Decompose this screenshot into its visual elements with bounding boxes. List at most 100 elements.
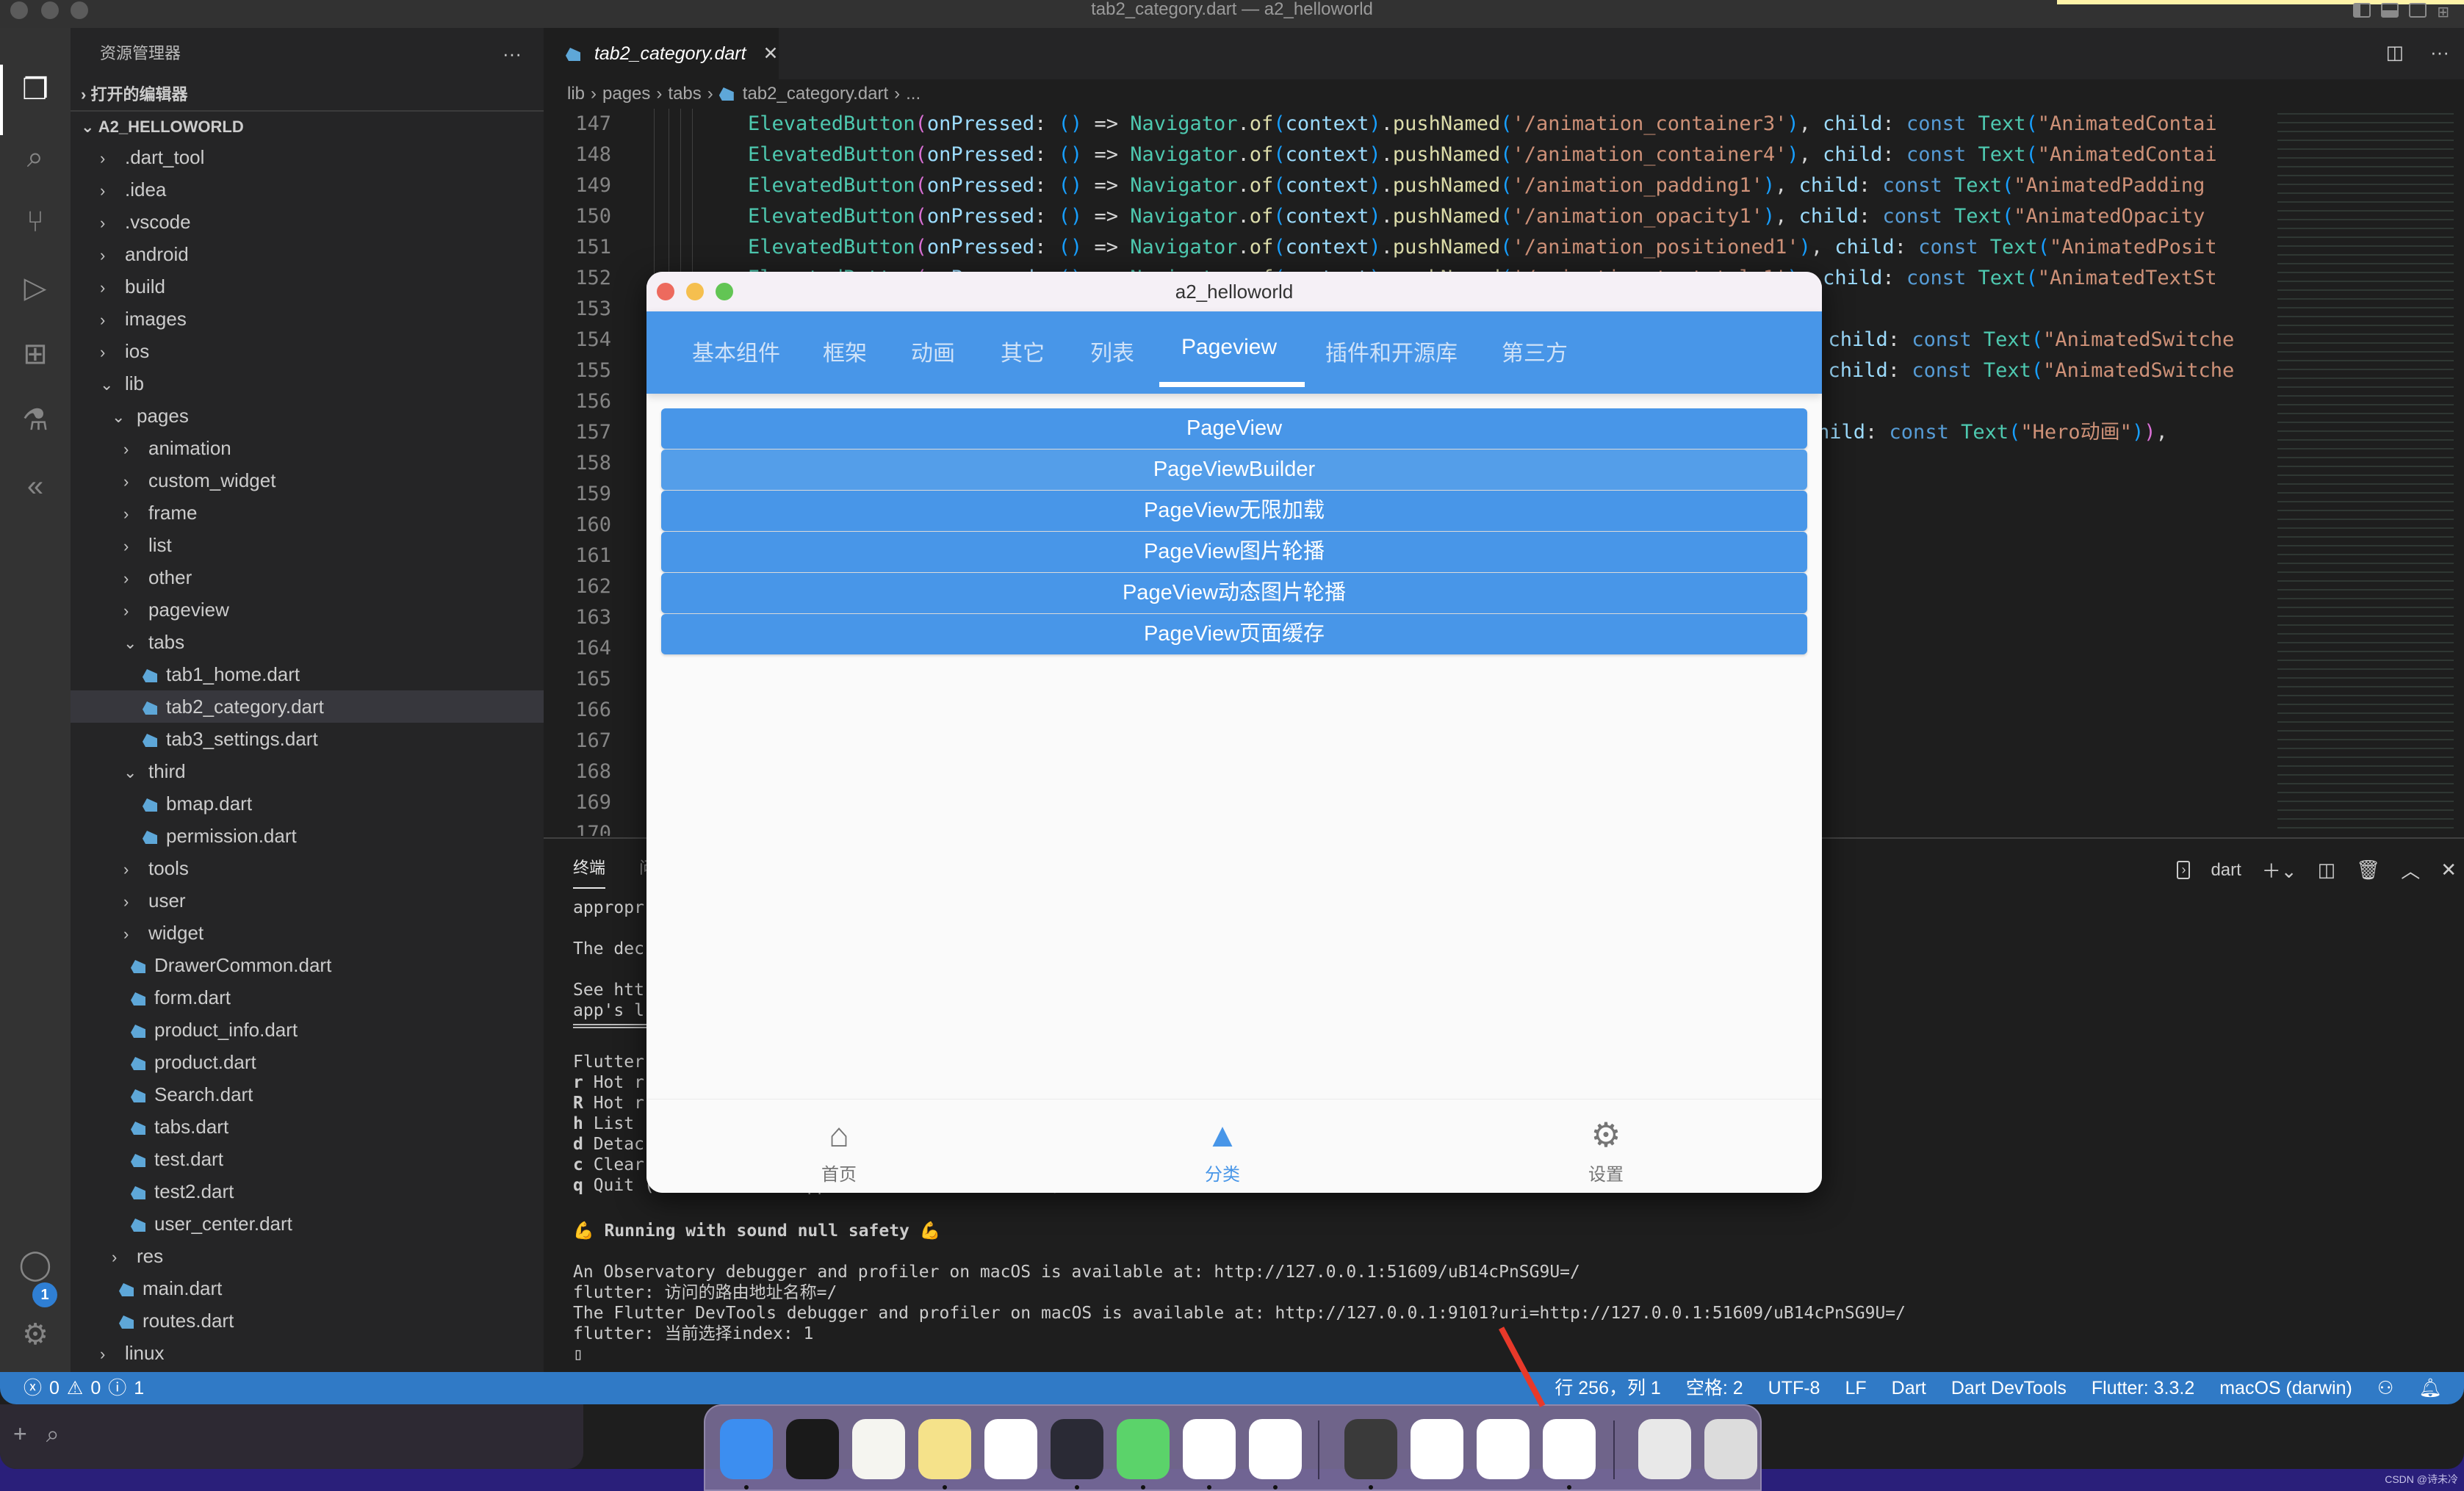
tree-folder[interactable]: › user [71, 884, 544, 917]
split-editor-icon[interactable]: ◫ [2385, 41, 2404, 64]
terminal-name[interactable]: dart [2211, 860, 2241, 881]
dock-app-stickies[interactable] [918, 1419, 971, 1479]
problems-status[interactable]: ⓧ 0 ⚠ 0 ⓘ 1 [24, 1372, 144, 1404]
tree-folder[interactable]: › pageview [71, 593, 544, 626]
explorer-icon[interactable]: ❐ [18, 72, 53, 107]
toggle-sidebar-icon[interactable] [2353, 3, 2371, 18]
tree-file[interactable]: product_info.dart [71, 1014, 544, 1046]
notifications-bell-icon[interactable]: 🔔︎ [2418, 1372, 2442, 1404]
settings-gear-icon[interactable]: ⚙ [18, 1317, 53, 1352]
project-section[interactable]: ⌄ A2_HELLOWORLD [71, 110, 544, 141]
tree-folder[interactable]: ⌄ tabs [71, 626, 544, 658]
source-control-icon[interactable]: ⑂ [18, 204, 53, 239]
tree-file[interactable]: bmap.dart [71, 787, 544, 820]
tree-file[interactable]: tab2_category.dart [71, 690, 544, 723]
tree-folder[interactable]: ⌄ pages [71, 400, 544, 432]
app-tab[interactable]: 其它 [1001, 335, 1045, 367]
app-close-button[interactable] [657, 283, 674, 300]
accounts-icon[interactable]: ◯ [18, 1247, 53, 1282]
dock-app-vs-code[interactable] [1249, 1419, 1302, 1479]
app-tab[interactable]: Pageview [1181, 335, 1277, 360]
tree-folder[interactable]: › android [71, 238, 544, 270]
tree-file[interactable]: DrawerCommon.dart [71, 949, 544, 981]
cursor-position[interactable]: 行 256，列 1 [1555, 1372, 1661, 1404]
kill-terminal-icon[interactable]: 🗑 [2356, 859, 2380, 881]
tree-file[interactable]: test.dart [71, 1143, 544, 1175]
tree-file[interactable]: user_center.dart [71, 1207, 544, 1240]
testing-icon[interactable]: ⚗ [18, 402, 53, 438]
dock-app-notes[interactable] [852, 1419, 905, 1479]
dock-app-wechat[interactable] [1117, 1419, 1170, 1479]
language-mode[interactable]: Dart [1892, 1372, 1926, 1404]
dock-app-android-studio[interactable] [1411, 1419, 1463, 1479]
tree-folder[interactable]: › tools [71, 852, 544, 884]
app-tab[interactable]: 框架 [823, 335, 867, 367]
dock-app-chrome[interactable] [1477, 1419, 1530, 1479]
dock-app-music-downloader[interactable] [984, 1419, 1037, 1479]
tree-folder[interactable]: › other [71, 561, 544, 593]
dock-app-trash[interactable] [1704, 1419, 1757, 1479]
tab-terminal[interactable]: 终端 [573, 855, 606, 889]
pageview-button[interactable]: PageView动态图片轮播 [661, 573, 1807, 613]
flutter-icon[interactable]: « [18, 469, 53, 504]
add-icon[interactable]: + [13, 1420, 27, 1448]
flutter-version[interactable]: Flutter: 3.3.2 [2092, 1372, 2194, 1404]
pageview-button[interactable]: PageView页面缓存 [661, 614, 1807, 654]
bottom-nav-item[interactable]: ⚙ 设置 [1547, 1114, 1665, 1185]
open-editors-section[interactable]: › 打开的编辑器 [71, 79, 544, 110]
pageview-button[interactable]: PageView图片轮播 [661, 532, 1807, 572]
app-tab[interactable]: 基本组件 [692, 335, 780, 367]
tree-folder[interactable]: › .idea [71, 173, 544, 206]
feedback-icon[interactable]: ⚇ [2377, 1372, 2393, 1404]
bottom-nav-item[interactable]: ⌂ 首页 [780, 1114, 898, 1185]
minimap[interactable] [2277, 109, 2454, 836]
toggle-panel-icon[interactable] [2381, 3, 2399, 18]
pageview-button[interactable]: PageView [661, 408, 1807, 449]
encoding[interactable]: UTF-8 [1768, 1372, 1820, 1404]
customize-layout-icon[interactable]: ⊞ [2437, 3, 2449, 21]
split-terminal-icon[interactable]: ◫ [2318, 859, 2336, 881]
tree-folder[interactable]: › ios [71, 335, 544, 367]
maximize-panel-icon[interactable]: ︿ [2401, 856, 2420, 884]
tree-file[interactable]: main.dart [71, 1272, 544, 1304]
indentation[interactable]: 空格: 2 [1686, 1372, 1743, 1404]
tree-folder[interactable]: › custom_widget [71, 464, 544, 497]
breadcrumb-item[interactable]: tabs [668, 84, 701, 104]
search-icon[interactable]: ⌕ [46, 1420, 60, 1448]
tree-folder[interactable]: › .dart_tool [71, 141, 544, 173]
search-icon[interactable]: ⌕ [18, 140, 53, 175]
app-tab[interactable]: 动画 [911, 335, 955, 367]
more-actions-icon[interactable]: ··· [502, 28, 522, 79]
dock-app-terminal[interactable] [786, 1419, 839, 1479]
breadcrumb-item[interactable]: lib [567, 84, 585, 104]
tree-file[interactable]: form.dart [71, 981, 544, 1014]
tree-file[interactable]: tab1_home.dart [71, 658, 544, 690]
app-minimize-button[interactable] [686, 283, 704, 300]
tree-file[interactable]: tabs.dart [71, 1111, 544, 1143]
dock-app-markdown-editor[interactable] [1051, 1419, 1103, 1479]
tree-file[interactable]: routes.dart [71, 1304, 544, 1337]
dock-app-finder[interactable] [720, 1419, 773, 1479]
dock-app-document[interactable] [1638, 1419, 1691, 1479]
bottom-nav-item[interactable]: ▲ 分类 [1164, 1114, 1281, 1185]
tree-folder[interactable]: › .vscode [71, 206, 544, 238]
close-tab-icon[interactable]: ✕ [763, 43, 779, 64]
tree-folder[interactable]: › animation [71, 432, 544, 464]
more-editor-actions-icon[interactable]: ··· [2430, 41, 2449, 64]
tree-file[interactable]: permission.dart [71, 820, 544, 852]
new-terminal-icon[interactable]: ＋⌄ [2262, 856, 2297, 884]
pageview-button[interactable]: PageView无限加载 [661, 491, 1807, 531]
target-device[interactable]: macOS (darwin) [2219, 1372, 2352, 1404]
app-zoom-button[interactable] [716, 283, 733, 300]
dock-app-chrome[interactable] [1183, 1419, 1236, 1479]
tree-file[interactable]: product.dart [71, 1046, 544, 1078]
dock-app-sublime-text[interactable] [1344, 1419, 1397, 1479]
tree-folder[interactable]: ⌄ lib [71, 367, 544, 400]
run-debug-icon[interactable]: ▷ [18, 270, 53, 306]
tree-file[interactable]: Search.dart [71, 1078, 544, 1111]
tree-file[interactable]: tab3_settings.dart [71, 723, 544, 755]
dart-devtools[interactable]: Dart DevTools [1951, 1372, 2067, 1404]
tree-folder[interactable]: › list [71, 529, 544, 561]
line-ending[interactable]: LF [1845, 1372, 1866, 1404]
tree-folder[interactable]: ⌄ third [71, 755, 544, 787]
